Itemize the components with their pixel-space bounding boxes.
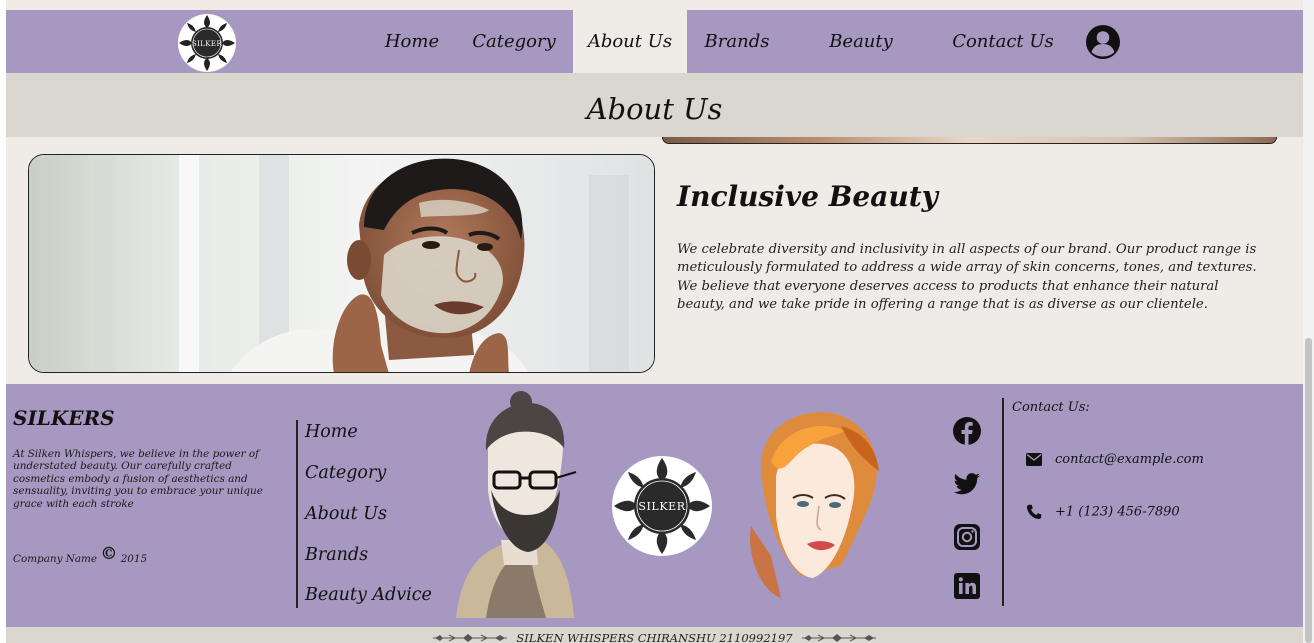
contact-phone-row[interactable]: +1 (123) 456-7890	[1026, 504, 1180, 520]
page-frame: SILKER Home Category About Us Brands Bea…	[6, 0, 1303, 643]
silker-logo-icon[interactable]: SILKER	[176, 12, 238, 74]
footer-brand-name: SILKERS	[13, 406, 115, 430]
section-body-text: We celebrate diversity and inclusivity i…	[677, 242, 1257, 312]
twitter-icon[interactable]	[952, 468, 982, 498]
ornament-right-icon	[801, 633, 876, 642]
contact-email[interactable]: contact@example.com	[1055, 452, 1204, 467]
footer-link-brands[interactable]: Brands	[305, 545, 368, 565]
copyright-year: 2015	[120, 553, 148, 565]
nav-beauty-advice[interactable]: Beauty Advice	[796, 10, 926, 115]
mail-icon	[1026, 453, 1042, 466]
company-name-label: Company Name	[13, 553, 98, 565]
man-face-mask-photo	[28, 154, 655, 373]
copyright-icon: ©	[100, 544, 118, 564]
footer-company-line: Company Name © 2015	[13, 544, 147, 565]
credit-text: SILKEN WHISPERS CHIRANSHU 2110992197	[516, 631, 793, 643]
footer-link-home[interactable]: Home	[305, 422, 358, 442]
linkedin-icon[interactable]	[952, 571, 982, 601]
instagram-icon[interactable]	[952, 522, 982, 552]
contact-email-row[interactable]: contact@example.com	[1026, 452, 1204, 467]
previous-section-image	[662, 137, 1277, 144]
page-title: About Us	[586, 92, 723, 126]
phone-icon	[1026, 504, 1042, 520]
footer-brand-description: At Silken Whispers, we believe in the po…	[13, 448, 263, 510]
ornament-left-icon	[433, 633, 508, 642]
svg-text:SILKER: SILKER	[638, 500, 685, 513]
vertical-scrollbar[interactable]	[1303, 0, 1314, 643]
facebook-icon[interactable]	[952, 416, 982, 446]
top-navbar: SILKER Home Category About Us Brands Bea…	[6, 10, 1303, 115]
svg-text:SILKER: SILKER	[192, 40, 223, 48]
footer-divider-right	[1002, 398, 1004, 606]
section-heading: Inclusive Beauty	[677, 180, 938, 213]
footer-link-about-us[interactable]: About Us	[305, 504, 387, 524]
silker-footer-logo-icon[interactable]: SILKER	[610, 454, 714, 558]
bottom-credit-bar: SILKEN WHISPERS CHIRANSHU 2110992197	[6, 627, 1303, 643]
scrollbar-thumb[interactable]	[1305, 338, 1312, 643]
woman-watercolor-illustration	[750, 412, 879, 598]
user-circle-icon[interactable]	[1085, 24, 1121, 60]
footer-link-beauty-advice[interactable]: Beauty Advice	[305, 585, 432, 605]
nav-home[interactable]: Home	[378, 10, 446, 73]
nav-brands[interactable]: Brands	[699, 10, 775, 73]
nav-contact-us[interactable]: Contact Us	[950, 10, 1056, 73]
page-title-band: About Us	[6, 73, 1303, 137]
footer-link-category[interactable]: Category	[305, 463, 386, 483]
footer-divider-left	[296, 420, 298, 608]
contact-heading: Contact Us:	[1012, 400, 1090, 415]
bearded-man-illustration	[456, 391, 577, 618]
contact-phone[interactable]: +1 (123) 456-7890	[1055, 505, 1180, 520]
nav-about-us[interactable]: About Us	[573, 10, 687, 73]
nav-category[interactable]: Category	[468, 10, 560, 73]
site-footer: SILKERS At Silken Whispers, we believe i…	[6, 384, 1303, 627]
